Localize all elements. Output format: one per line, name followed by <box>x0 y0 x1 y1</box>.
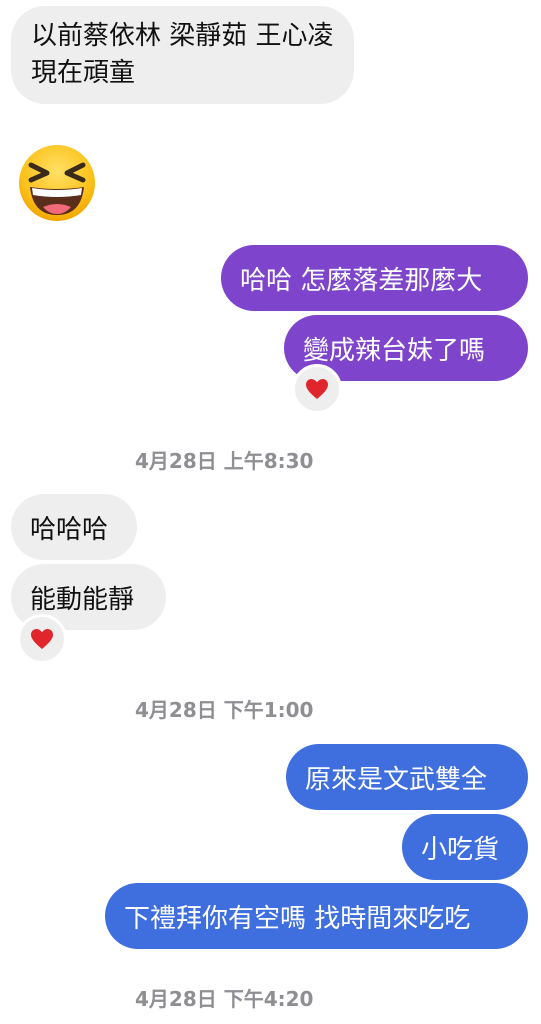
timestamp: 4月28日 下午1:00 <box>135 698 314 722</box>
outgoing-message-bubble[interactable]: 小吃貨 <box>402 814 528 880</box>
heart-icon <box>306 379 328 399</box>
incoming-message-bubble[interactable]: 以前蔡依林 梁靜茹 王心凌 現在頑童 <box>11 6 354 104</box>
message-text: 小吃貨 <box>421 834 500 865</box>
timestamp: 4月28日 上午8:30 <box>135 449 314 473</box>
outgoing-message-bubble[interactable]: 哈哈 怎麼落差那麼大 <box>221 245 528 311</box>
message-text: 變成辣台妹了嗎 <box>303 335 486 366</box>
message-text: 下禮拜你有空嗎 找時間來吃吃 <box>124 903 471 934</box>
message-text-line: 以前蔡依林 梁靜茹 王心凌 <box>31 21 334 51</box>
message-text: 哈哈哈 <box>30 514 109 545</box>
message-text: 原來是文武雙全 <box>305 764 488 795</box>
message-text: 哈哈 怎麼落差那麼大 <box>240 265 483 296</box>
outgoing-message-bubble[interactable]: 下禮拜你有空嗎 找時間來吃吃 <box>105 883 528 949</box>
outgoing-message-bubble[interactable]: 原來是文武雙全 <box>286 744 528 810</box>
grinning-squinting-face-emoji[interactable] <box>17 143 97 223</box>
message-text: 能動能靜 <box>30 584 135 615</box>
heart-reaction-icon[interactable] <box>17 614 67 664</box>
grinning-squinting-face-icon <box>19 145 95 221</box>
timestamp: 4月28日 下午4:20 <box>135 987 314 1011</box>
heart-reaction-icon[interactable] <box>292 364 342 414</box>
heart-icon <box>31 629 53 649</box>
message-text-line: 現在頑童 <box>31 58 136 88</box>
incoming-message-bubble[interactable]: 哈哈哈 <box>11 494 137 560</box>
